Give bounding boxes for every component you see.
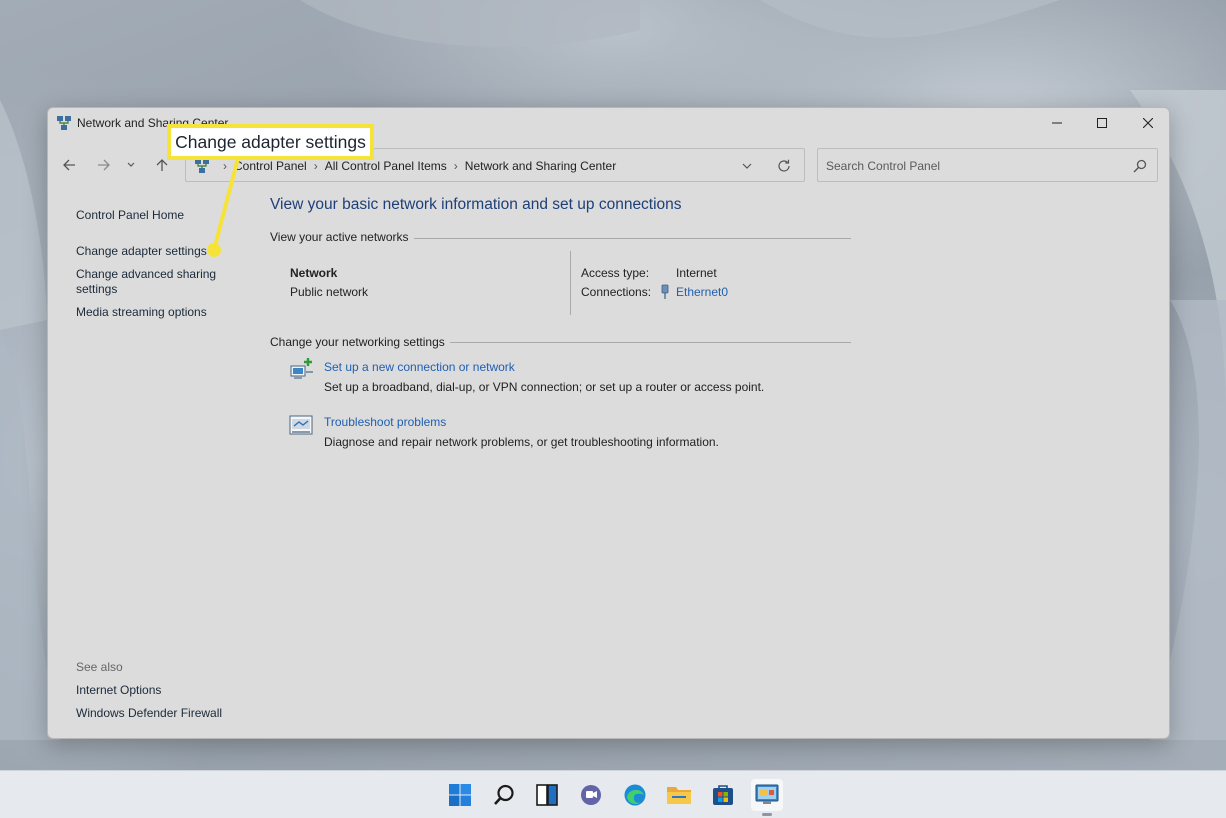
active-app-indicator (762, 813, 772, 816)
page-title: View your basic network information and … (270, 196, 682, 213)
close-icon (1143, 118, 1153, 128)
task-view-icon (536, 784, 558, 806)
media-streaming-options-link[interactable]: Media streaming options (76, 305, 207, 319)
networking-settings-label: Change your networking settings (270, 335, 445, 349)
section-divider (450, 342, 851, 343)
change-advanced-sharing-link[interactable]: Change advanced sharing settings (76, 267, 226, 297)
control-panel-taskbar-button[interactable] (751, 779, 783, 811)
chevron-down-icon (127, 162, 135, 167)
arrow-left-icon (63, 159, 75, 171)
network-type: Public network (290, 285, 369, 299)
breadcrumb-separator: › (453, 159, 458, 173)
connections-label: Connections: (581, 285, 652, 299)
store-button[interactable] (707, 779, 739, 811)
file-explorer-icon (667, 787, 691, 804)
control-panel-icon (755, 784, 779, 804)
network-name: Network (290, 266, 338, 280)
troubleshoot-problems-description: Diagnose and repair network problems, or… (324, 435, 719, 449)
taskbar (0, 770, 1226, 818)
chat-button[interactable] (575, 779, 607, 811)
minimize-button[interactable] (1034, 108, 1080, 138)
recent-locations-button[interactable] (123, 153, 139, 177)
network-center-app-icon (57, 116, 71, 130)
search-input[interactable] (826, 157, 1126, 175)
network-vertical-divider (570, 251, 571, 315)
active-networks-label: View your active networks (270, 230, 409, 244)
see-also-label: See also (76, 660, 123, 674)
refresh-icon[interactable] (776, 158, 792, 174)
setup-new-connection-description: Set up a broadband, dial-up, or VPN conn… (324, 380, 765, 394)
setup-new-connection-link[interactable]: Set up a new connection or network (324, 360, 515, 374)
breadcrumb-network-center[interactable]: Network and Sharing Center (465, 159, 616, 173)
file-explorer-button[interactable] (663, 779, 695, 811)
control-panel-crumb-icon (195, 159, 209, 173)
store-icon (713, 785, 733, 805)
new-connection-icon (290, 358, 313, 379)
windows-defender-firewall-link[interactable]: Windows Defender Firewall (76, 706, 222, 720)
change-adapter-settings-link[interactable]: Change adapter settings (76, 244, 207, 258)
callout-annotation: Change adapter settings (167, 124, 374, 160)
arrow-right-icon (98, 159, 110, 171)
search-icon[interactable] (1132, 158, 1148, 174)
internet-options-link[interactable]: Internet Options (76, 683, 161, 697)
breadcrumb-all-items[interactable]: All Control Panel Items (325, 159, 447, 173)
breadcrumb: › Control Panel › All Control Panel Items › N… (216, 159, 616, 173)
breadcrumb-separator: › (313, 159, 318, 173)
maximize-icon (1097, 118, 1107, 128)
back-button[interactable] (57, 153, 81, 177)
search-icon (494, 784, 514, 805)
forward-button[interactable] (92, 153, 116, 177)
edge-icon (624, 784, 646, 806)
network-sharing-center-window: Network and Sharing Center › Control Pane… (47, 107, 1170, 739)
breadcrumb-separator: › (223, 159, 227, 173)
troubleshoot-problems-link[interactable]: Troubleshoot problems (324, 415, 446, 429)
section-divider (414, 238, 851, 239)
start-button[interactable] (444, 779, 476, 811)
arrow-up-icon (156, 159, 168, 171)
edge-button[interactable] (619, 779, 651, 811)
task-view-button[interactable] (531, 779, 563, 811)
access-type-value: Internet (676, 266, 717, 280)
control-panel-home-link[interactable]: Control Panel Home (76, 208, 184, 222)
search-box (817, 148, 1158, 182)
access-type-label: Access type: (581, 266, 650, 280)
address-dropdown-icon[interactable] (739, 158, 755, 174)
ethernet-icon (661, 284, 669, 299)
breadcrumb-control-panel[interactable]: Control Panel (234, 159, 307, 173)
start-icon (449, 784, 471, 806)
troubleshoot-icon (289, 415, 313, 435)
close-button[interactable] (1125, 108, 1169, 138)
ethernet-connection-link[interactable]: Ethernet0 (676, 285, 728, 299)
taskbar-search-button[interactable] (488, 779, 520, 811)
maximize-button[interactable] (1079, 108, 1125, 138)
minimize-icon (1052, 122, 1062, 124)
chat-icon (581, 785, 601, 805)
